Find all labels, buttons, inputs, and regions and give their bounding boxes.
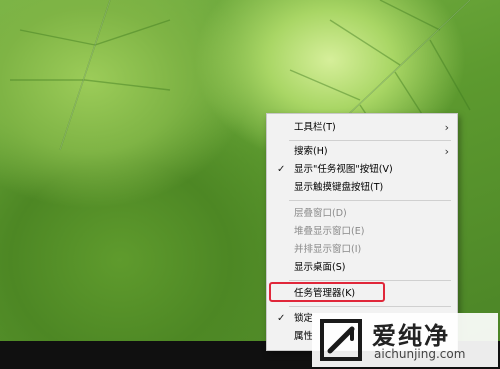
watermark-title: 爱纯净 — [372, 322, 450, 350]
menu-item-label: 并排显示窗口(I) — [294, 244, 362, 255]
menu-separator — [289, 140, 451, 141]
menu-item-label: 显示触摸键盘按钮(T) — [294, 182, 384, 193]
check-icon: ✓ — [277, 313, 286, 324]
menu-item-label: 堆叠显示窗口(E) — [294, 226, 365, 237]
menu-item-cascade-windows[interactable]: 层叠窗口(D) — [267, 205, 457, 223]
site-logo-icon — [320, 319, 362, 361]
submenu-arrow-icon: › — [444, 121, 449, 134]
menu-item-show-touch-keyboard-button[interactable]: 显示触摸键盘按钮(T) — [267, 179, 457, 197]
menu-item-label: 锁定 — [294, 313, 314, 324]
menu-item-label: 层叠窗口(D) — [294, 208, 347, 219]
menu-item-label: 搜索(H) — [294, 146, 328, 157]
watermark-url: aichunjing.com — [374, 347, 466, 361]
menu-item-search[interactable]: 搜索(H) › — [267, 143, 457, 161]
check-icon: ✓ — [277, 164, 286, 175]
menu-item-side-by-side-windows[interactable]: 并排显示窗口(I) — [267, 241, 457, 259]
menu-separator — [289, 200, 451, 201]
menu-item-label: 工具栏(T) — [294, 122, 336, 133]
menu-item-toolbars[interactable]: 工具栏(T) › — [267, 119, 457, 137]
menu-item-show-task-view-button[interactable]: ✓ 显示"任务视图"按钮(V) — [267, 161, 457, 179]
task-manager-highlight-box — [269, 282, 385, 302]
menu-item-label: 显示"任务视图"按钮(V) — [294, 164, 393, 175]
menu-separator — [289, 306, 451, 307]
submenu-arrow-icon: › — [444, 145, 449, 158]
site-watermark: 爱纯净 aichunjing.com — [312, 313, 498, 367]
menu-item-stack-windows[interactable]: 堆叠显示窗口(E) — [267, 223, 457, 241]
menu-item-show-desktop[interactable]: 显示桌面(S) — [267, 259, 457, 277]
menu-separator — [289, 280, 451, 281]
menu-item-label: 属性 — [294, 331, 314, 342]
menu-item-label: 显示桌面(S) — [294, 262, 346, 273]
